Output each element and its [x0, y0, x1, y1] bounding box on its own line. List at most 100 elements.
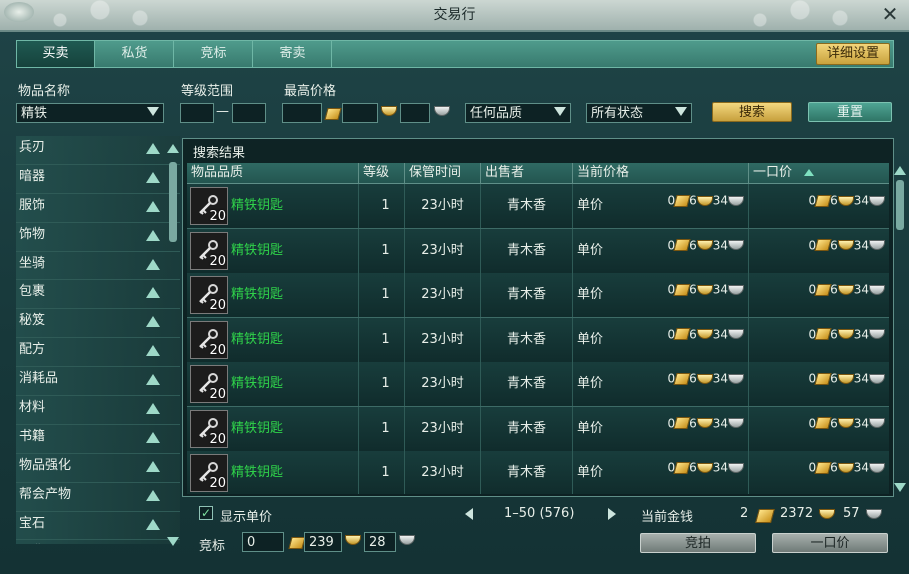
- expand-arrow-icon[interactable]: [146, 258, 160, 270]
- expand-arrow-icon[interactable]: [146, 143, 160, 154]
- tab-private-goods[interactable]: 私货: [96, 41, 174, 67]
- expand-arrow-icon[interactable]: [146, 200, 160, 212]
- col-buyout-price[interactable]: 一口价: [749, 163, 889, 183]
- sort-ascending-icon[interactable]: [804, 169, 815, 176]
- current-price: 0 6 34: [667, 318, 744, 362]
- expand-arrow-icon[interactable]: [146, 403, 160, 415]
- bid-gold-input[interactable]: 0: [242, 532, 284, 552]
- expand-arrow-icon[interactable]: [146, 316, 160, 328]
- item-cell: 20 精铁钥匙: [187, 406, 359, 451]
- iron-key-icon[interactable]: 20: [190, 365, 228, 403]
- status-select[interactable]: 所有状态: [586, 103, 692, 123]
- expand-arrow-icon[interactable]: [146, 171, 160, 183]
- scroll-down-icon[interactable]: [167, 537, 179, 546]
- category-item[interactable]: 服饰: [16, 193, 180, 223]
- expand-arrow-icon[interactable]: [146, 345, 160, 357]
- silver-ingot-icon: [696, 418, 713, 428]
- tab-buy-sell[interactable]: 买卖: [17, 41, 95, 67]
- prev-page-icon[interactable]: [465, 508, 473, 520]
- col-storage-time[interactable]: 保管时间: [405, 163, 481, 183]
- category-item[interactable]: 帮会产物: [16, 482, 180, 512]
- category-item[interactable]: 消耗品: [16, 367, 180, 397]
- next-page-icon[interactable]: [608, 508, 616, 520]
- item-name-select[interactable]: 精铁: [16, 103, 164, 123]
- scroll-up-icon[interactable]: [167, 144, 179, 153]
- title-bar[interactable]: 交易行 ✕: [0, 0, 909, 32]
- iron-key-icon[interactable]: 20: [190, 454, 228, 492]
- bid-copper-input[interactable]: 28: [364, 532, 396, 552]
- tab-consign[interactable]: 寄卖: [254, 41, 332, 67]
- max-price-copper-input[interactable]: [400, 103, 430, 123]
- col-current-price[interactable]: 当前价格: [573, 163, 749, 183]
- unit-price-label: 单价: [577, 331, 604, 347]
- category-item[interactable]: 兵刃: [16, 136, 180, 165]
- search-button[interactable]: 搜索: [712, 102, 792, 122]
- iron-key-icon[interactable]: 20: [190, 409, 228, 448]
- expand-arrow-icon[interactable]: [146, 489, 160, 501]
- bid-silver-input[interactable]: 239: [304, 532, 342, 552]
- table-row[interactable]: 20 精铁钥匙 1 23小时 青木香 单价 0 6 34 0 6 34: [187, 184, 889, 229]
- expand-arrow-icon[interactable]: [146, 460, 160, 472]
- table-row[interactable]: 20 精铁钥匙 1 23小时 青木香 单价 0 6 34 0 6 34: [187, 228, 889, 274]
- quality-select[interactable]: 任何品质: [465, 103, 571, 123]
- col-item-quality[interactable]: 物品品质: [187, 163, 359, 183]
- detail-settings-button[interactable]: 详细设置: [815, 43, 890, 65]
- scroll-down-icon[interactable]: [894, 483, 906, 492]
- category-item[interactable]: 包裹: [16, 280, 180, 310]
- col-level[interactable]: 等级: [359, 163, 405, 183]
- close-icon[interactable]: ✕: [879, 3, 901, 25]
- table-row[interactable]: 20 精铁钥匙 1 23小时 青木香 单价 0 6 34 0 6 34: [187, 317, 889, 363]
- table-row[interactable]: 20 精铁钥匙 1 23小时 青木香 单价 0 6 34 0 6 34: [187, 451, 889, 494]
- max-price-silver-input[interactable]: [342, 103, 378, 123]
- category-item[interactable]: 材料: [16, 396, 180, 425]
- category-item[interactable]: 饰物: [16, 222, 180, 252]
- seller-cell: 青木香: [481, 273, 573, 317]
- table-row[interactable]: 20 精铁钥匙 1 23小时 青木香 单价 0 6 34 0 6 34: [187, 362, 889, 407]
- expand-arrow-icon[interactable]: [146, 518, 160, 530]
- level-max-input[interactable]: [232, 103, 266, 123]
- scroll-up-icon[interactable]: [894, 166, 906, 175]
- level-min-input[interactable]: [180, 103, 214, 123]
- time-cell: 23小时: [405, 184, 481, 228]
- iron-key-icon[interactable]: 20: [190, 187, 228, 225]
- silver-ingot-icon: [819, 509, 835, 519]
- bid-button[interactable]: 竞拍: [640, 533, 756, 553]
- category-item[interactable]: 物品强化: [16, 453, 180, 483]
- col-seller[interactable]: 出售者: [481, 163, 573, 183]
- chevron-down-icon: [554, 107, 566, 116]
- results-scrollbar[interactable]: [894, 162, 906, 496]
- expand-arrow-icon[interactable]: [146, 431, 160, 443]
- expand-arrow-icon[interactable]: [146, 287, 160, 299]
- category-item[interactable]: 配方: [16, 338, 180, 368]
- results-body: 20 精铁钥匙 1 23小时 青木香 单价 0 6 34 0 6 34 20 精铁钥匙 1 23小时 青木香 单价…: [187, 184, 889, 494]
- table-row[interactable]: 20 精铁钥匙 1 23小时 青木香 单价 0 6 34 0 6 34: [187, 273, 889, 318]
- table-row[interactable]: 20 精铁钥匙 1 23小时 青木香 单价 0 6 34 0 6 34: [187, 406, 889, 452]
- scroll-thumb[interactable]: [896, 180, 904, 230]
- category-label: 配方: [19, 342, 46, 358]
- expand-arrow-icon[interactable]: [146, 374, 160, 386]
- results-title: 搜索结果: [193, 146, 246, 161]
- category-item[interactable]: 暗器: [16, 164, 180, 194]
- iron-key-icon[interactable]: 20: [190, 231, 228, 270]
- category-item[interactable]: 杂货: [16, 540, 180, 544]
- price-copper: 34: [853, 282, 869, 297]
- buyout-price: 0 6 34: [808, 407, 885, 451]
- category-scrollbar[interactable]: [167, 140, 179, 550]
- tab-bidding[interactable]: 竞标: [175, 41, 253, 67]
- category-item[interactable]: 秘笈: [16, 309, 180, 339]
- iron-key-icon[interactable]: 20: [190, 276, 228, 314]
- category-label: 帮会产物: [19, 486, 72, 502]
- buyout-button[interactable]: 一口价: [772, 533, 888, 553]
- current-price: 0 6 34: [667, 184, 744, 228]
- show-unit-price-checkbox[interactable]: ✓: [199, 506, 213, 520]
- category-item[interactable]: 书籍: [16, 424, 180, 454]
- category-item[interactable]: 坐骑: [16, 251, 180, 281]
- reset-button[interactable]: 重置: [808, 102, 892, 122]
- category-item[interactable]: 宝石: [16, 511, 180, 541]
- expand-arrow-icon[interactable]: [146, 229, 160, 241]
- level-cell: 1: [359, 273, 405, 317]
- max-price-gold-input[interactable]: [282, 103, 322, 123]
- iron-key-icon[interactable]: 20: [190, 320, 228, 359]
- copper-ingot-icon: [728, 240, 744, 250]
- scroll-thumb[interactable]: [169, 162, 177, 242]
